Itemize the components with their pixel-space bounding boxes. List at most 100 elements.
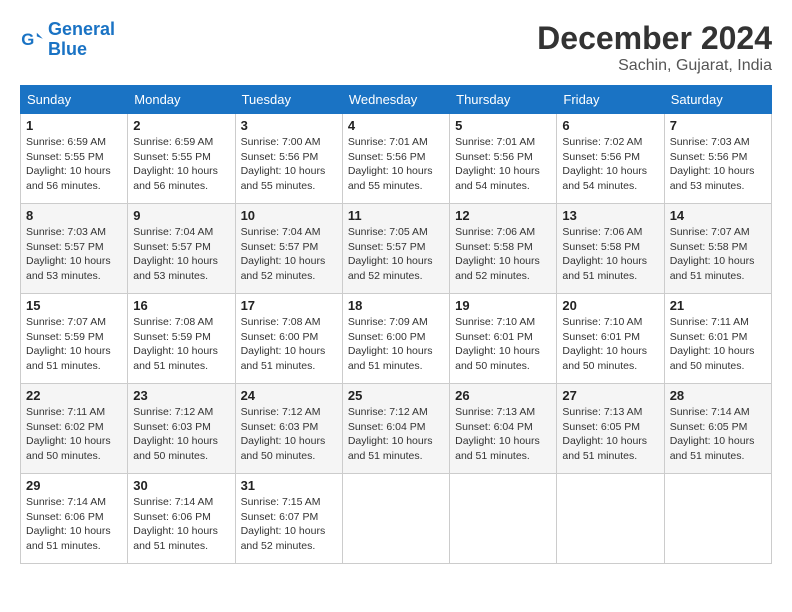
table-row: 28 Sunrise: 7:14 AMSunset: 6:05 PMDayligh… — [664, 384, 771, 474]
table-row — [557, 474, 664, 564]
day-info: Sunrise: 7:03 AMSunset: 5:57 PMDaylight:… — [26, 225, 122, 284]
day-info: Sunrise: 7:14 AMSunset: 6:06 PMDaylight:… — [133, 495, 229, 554]
calendar-week-row: 15 Sunrise: 7:07 AMSunset: 5:59 PMDayligh… — [21, 294, 772, 384]
day-number: 17 — [241, 298, 337, 313]
logo-icon: G — [20, 28, 44, 52]
col-saturday: Saturday — [664, 86, 771, 114]
table-row: 29 Sunrise: 7:14 AMSunset: 6:06 PMDayligh… — [21, 474, 128, 564]
day-info: Sunrise: 7:11 AMSunset: 6:01 PMDaylight:… — [670, 315, 766, 374]
day-info: Sunrise: 7:12 AMSunset: 6:04 PMDaylight:… — [348, 405, 444, 464]
day-info: Sunrise: 7:14 AMSunset: 6:05 PMDaylight:… — [670, 405, 766, 464]
svg-text:G: G — [21, 30, 34, 49]
table-row: 14 Sunrise: 7:07 AMSunset: 5:58 PMDayligh… — [664, 204, 771, 294]
calendar-title: December 2024 — [537, 20, 772, 57]
day-info: Sunrise: 7:05 AMSunset: 5:57 PMDaylight:… — [348, 225, 444, 284]
day-number: 16 — [133, 298, 229, 313]
day-info: Sunrise: 7:07 AMSunset: 5:59 PMDaylight:… — [26, 315, 122, 374]
day-number: 24 — [241, 388, 337, 403]
logo: G General Blue — [20, 20, 115, 60]
table-row: 17 Sunrise: 7:08 AMSunset: 6:00 PMDayligh… — [235, 294, 342, 384]
day-number: 21 — [670, 298, 766, 313]
table-row: 22 Sunrise: 7:11 AMSunset: 6:02 PMDayligh… — [21, 384, 128, 474]
day-number: 8 — [26, 208, 122, 223]
day-number: 28 — [670, 388, 766, 403]
day-number: 23 — [133, 388, 229, 403]
calendar-table: Sunday Monday Tuesday Wednesday Thursday… — [20, 85, 772, 564]
day-number: 9 — [133, 208, 229, 223]
day-info: Sunrise: 7:01 AMSunset: 5:56 PMDaylight:… — [348, 135, 444, 194]
table-row: 2 Sunrise: 6:59 AMSunset: 5:55 PMDaylight… — [128, 114, 235, 204]
calendar-week-row: 29 Sunrise: 7:14 AMSunset: 6:06 PMDayligh… — [21, 474, 772, 564]
day-number: 20 — [562, 298, 658, 313]
day-number: 10 — [241, 208, 337, 223]
day-info: Sunrise: 7:14 AMSunset: 6:06 PMDaylight:… — [26, 495, 122, 554]
day-info: Sunrise: 7:08 AMSunset: 6:00 PMDaylight:… — [241, 315, 337, 374]
table-row — [450, 474, 557, 564]
table-row: 8 Sunrise: 7:03 AMSunset: 5:57 PMDaylight… — [21, 204, 128, 294]
calendar-week-row: 22 Sunrise: 7:11 AMSunset: 6:02 PMDayligh… — [21, 384, 772, 474]
day-number: 19 — [455, 298, 551, 313]
day-info: Sunrise: 7:06 AMSunset: 5:58 PMDaylight:… — [562, 225, 658, 284]
title-block: December 2024 Sachin, Gujarat, India — [537, 20, 772, 75]
table-row: 3Sunrise: 7:00 AMSunset: 5:56 PMDaylight… — [235, 114, 342, 204]
day-info: Sunrise: 7:02 AMSunset: 5:56 PMDaylight:… — [562, 135, 658, 194]
day-number: 11 — [348, 208, 444, 223]
table-row: 24 Sunrise: 7:12 AMSunset: 6:03 PMDayligh… — [235, 384, 342, 474]
table-row: 9Sunrise: 7:04 AMSunset: 5:57 PMDaylight… — [128, 204, 235, 294]
day-number: 1 — [26, 118, 122, 133]
col-wednesday: Wednesday — [342, 86, 449, 114]
day-info: Sunrise: 7:07 AMSunset: 5:58 PMDaylight:… — [670, 225, 766, 284]
day-number: 27 — [562, 388, 658, 403]
logo-line1: General — [48, 19, 115, 39]
logo-line2: Blue — [48, 39, 87, 59]
table-row — [664, 474, 771, 564]
table-row — [342, 474, 449, 564]
day-number: 22 — [26, 388, 122, 403]
col-monday: Monday — [128, 86, 235, 114]
table-row: 25 Sunrise: 7:12 AMSunset: 6:04 PMDayligh… — [342, 384, 449, 474]
day-info: Sunrise: 7:03 AMSunset: 5:56 PMDaylight:… — [670, 135, 766, 194]
day-number: 15 — [26, 298, 122, 313]
table-row: 20 Sunrise: 7:10 AMSunset: 6:01 PMDayligh… — [557, 294, 664, 384]
day-number: 7 — [670, 118, 766, 133]
day-info: Sunrise: 7:06 AMSunset: 5:58 PMDaylight:… — [455, 225, 551, 284]
day-info: Sunrise: 7:10 AMSunset: 6:01 PMDaylight:… — [455, 315, 551, 374]
calendar-subtitle: Sachin, Gujarat, India — [537, 57, 772, 75]
table-row: 18Sunrise: 7:09 AMSunset: 6:00 PMDayligh… — [342, 294, 449, 384]
table-row: 7 Sunrise: 7:03 AMSunset: 5:56 PMDaylight… — [664, 114, 771, 204]
table-row: 5Sunrise: 7:01 AMSunset: 5:56 PMDaylight… — [450, 114, 557, 204]
day-info: Sunrise: 7:10 AMSunset: 6:01 PMDaylight:… — [562, 315, 658, 374]
day-number: 13 — [562, 208, 658, 223]
day-info: Sunrise: 7:08 AMSunset: 5:59 PMDaylight:… — [133, 315, 229, 374]
day-info: Sunrise: 7:00 AMSunset: 5:56 PMDaylight:… — [241, 135, 337, 194]
table-row: 12 Sunrise: 7:06 AMSunset: 5:58 PMDayligh… — [450, 204, 557, 294]
day-number: 26 — [455, 388, 551, 403]
table-row: 19 Sunrise: 7:10 AMSunset: 6:01 PMDayligh… — [450, 294, 557, 384]
day-number: 25 — [348, 388, 444, 403]
day-number: 14 — [670, 208, 766, 223]
table-row: 21 Sunrise: 7:11 AMSunset: 6:01 PMDayligh… — [664, 294, 771, 384]
day-number: 6 — [562, 118, 658, 133]
day-info: Sunrise: 6:59 AMSunset: 5:55 PMDaylight:… — [133, 135, 229, 194]
day-info: Sunrise: 7:01 AMSunset: 5:56 PMDaylight:… — [455, 135, 551, 194]
table-row: 15 Sunrise: 7:07 AMSunset: 5:59 PMDayligh… — [21, 294, 128, 384]
day-info: Sunrise: 7:11 AMSunset: 6:02 PMDaylight:… — [26, 405, 122, 464]
calendar-header-row: Sunday Monday Tuesday Wednesday Thursday… — [21, 86, 772, 114]
col-friday: Friday — [557, 86, 664, 114]
table-row: 16 Sunrise: 7:08 AMSunset: 5:59 PMDayligh… — [128, 294, 235, 384]
calendar-week-row: 8 Sunrise: 7:03 AMSunset: 5:57 PMDaylight… — [21, 204, 772, 294]
day-info: Sunrise: 7:15 AMSunset: 6:07 PMDaylight:… — [241, 495, 337, 554]
day-number: 4 — [348, 118, 444, 133]
table-row: 31Sunrise: 7:15 AMSunset: 6:07 PMDayligh… — [235, 474, 342, 564]
day-number: 12 — [455, 208, 551, 223]
day-number: 29 — [26, 478, 122, 493]
page-header: G General Blue December 2024 Sachin, Guj… — [20, 20, 772, 75]
day-info: Sunrise: 7:12 AMSunset: 6:03 PMDaylight:… — [133, 405, 229, 464]
day-info: Sunrise: 7:12 AMSunset: 6:03 PMDaylight:… — [241, 405, 337, 464]
day-info: Sunrise: 7:13 AMSunset: 6:05 PMDaylight:… — [562, 405, 658, 464]
col-tuesday: Tuesday — [235, 86, 342, 114]
day-number: 2 — [133, 118, 229, 133]
day-info: Sunrise: 6:59 AMSunset: 5:55 PMDaylight:… — [26, 135, 122, 194]
table-row: 1 Sunrise: 6:59 AMSunset: 5:55 PMDaylight… — [21, 114, 128, 204]
logo-text: General Blue — [48, 20, 115, 60]
